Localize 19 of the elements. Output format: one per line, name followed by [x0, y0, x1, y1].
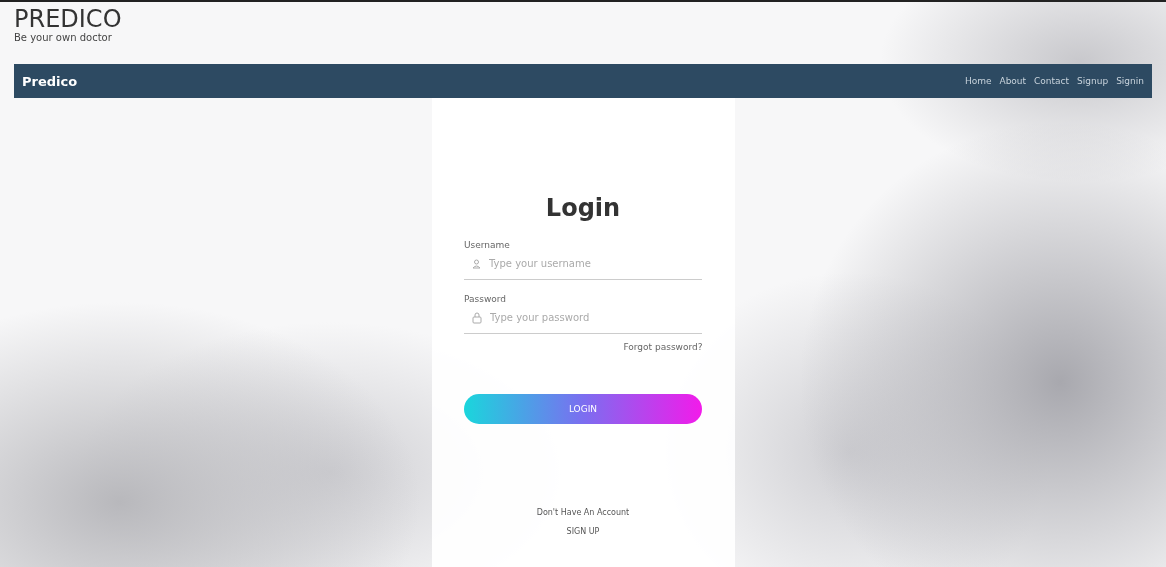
field-label: Password	[464, 294, 507, 304]
nav-link[interactable]: Contact	[1034, 76, 1070, 86]
tagline: Be your own doctor	[14, 32, 112, 44]
password-field[interactable]: Type your password	[490, 310, 690, 325]
forgot-password-link[interactable]: Forgot password?	[623, 342, 703, 352]
nav-link[interactable]: Signin	[1116, 76, 1144, 86]
no-account-text: Don't Have An Account	[536, 508, 630, 517]
create-account-link[interactable]: SIGN UP	[566, 527, 600, 536]
field-label: Username	[464, 240, 510, 250]
navbar-brand[interactable]: Predico	[22, 73, 78, 89]
nav-link[interactable]: About	[999, 76, 1027, 86]
logo: PREDICO	[14, 6, 122, 33]
user-icon	[472, 258, 481, 269]
login-button[interactable]: LOGIN	[464, 394, 702, 424]
login-title: Login	[545, 194, 621, 222]
nav-link[interactable]: Home	[964, 76, 992, 86]
nav-link[interactable]: Signup	[1077, 76, 1109, 86]
lock-icon	[472, 311, 482, 324]
username-field[interactable]: Type your username	[489, 256, 689, 271]
